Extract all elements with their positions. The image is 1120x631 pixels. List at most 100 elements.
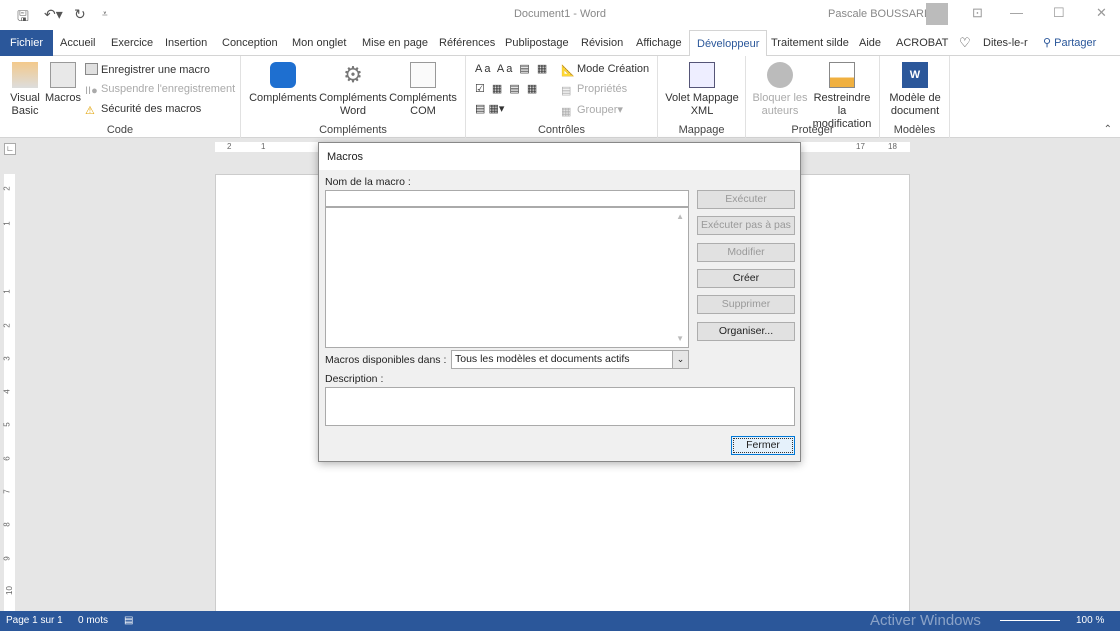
tab-accueil[interactable]: Accueil (60, 30, 95, 56)
avatar[interactable] (926, 3, 948, 25)
run-button[interactable]: Exécuter (697, 190, 795, 209)
macro-security-button[interactable]: ⚠ Sécurité des macros (85, 103, 201, 117)
group-label-controles: Contrôles (537, 124, 586, 136)
com-addins-button[interactable]: Compléments COM (389, 58, 457, 118)
macro-list[interactable]: ▲ ▼ (325, 207, 689, 348)
close-button[interactable]: Fermer (731, 436, 795, 455)
word-addins-button[interactable]: ⚙ Compléments Word (319, 58, 387, 118)
ruler-tick: 7 (2, 489, 12, 494)
pause-recording-button[interactable]: II● Suspendre l'enregistrement (85, 83, 235, 97)
zoom-slider[interactable] (1000, 620, 1060, 621)
close-icon[interactable]: ✕ (1096, 5, 1107, 21)
macros-label: Macros (44, 92, 82, 104)
macros-in-select[interactable]: Tous les modèles et documents actifs ⌄ (451, 350, 689, 369)
addins-button[interactable]: Compléments (249, 58, 317, 105)
create-button[interactable]: Créer (697, 269, 795, 288)
window-title: Document1 - Word (513, 8, 607, 20)
tab-conception[interactable]: Conception (222, 30, 278, 56)
properties-icon: ▤ (561, 85, 572, 97)
group-label-mappage: Mappage (678, 124, 725, 136)
ruler-tick: 2 (227, 142, 232, 151)
addins-label: Compléments (249, 92, 317, 104)
content-controls-3[interactable]: ▤ ▦▾ (475, 102, 504, 115)
collapse-ribbon-icon[interactable]: ⌃ (1104, 124, 1112, 135)
macros-icon (50, 62, 76, 88)
design-mode-label: Mode Création (577, 63, 650, 75)
minimize-icon[interactable]: — (1010, 5, 1023, 20)
visual-basic-icon (12, 62, 38, 88)
description-label: Description : (325, 373, 384, 385)
content-controls-2[interactable]: ☑ ▦ ▤ ▦ (475, 82, 539, 95)
ruler-tick: 18 (888, 142, 897, 151)
group-label: Grouper (577, 104, 618, 116)
tab-acrobat[interactable]: ACROBAT (896, 30, 948, 56)
organizer-button[interactable]: Organiser... (697, 322, 795, 341)
com-addins-icon (410, 62, 436, 88)
ruler-tick: 10 (4, 586, 14, 595)
macros-in-label: Macros disponibles dans : (325, 354, 447, 366)
tab-exercice[interactable]: Exercice (111, 30, 153, 56)
edit-button[interactable]: Modifier (697, 243, 795, 262)
tab-mon-onglet[interactable]: Mon onglet (292, 30, 346, 56)
description-box (325, 387, 795, 426)
chevron-down-icon[interactable]: ⌄ (672, 351, 688, 368)
zoom-level[interactable]: 100 % (1076, 615, 1104, 626)
ruler-tick: 17 (856, 142, 865, 151)
macros-button[interactable]: Macros (44, 58, 82, 105)
page-count[interactable]: Page 1 sur 1 (6, 615, 63, 626)
group-label-complements: Compléments (319, 124, 387, 136)
ribbon-tabs: Fichier Accueil Exercice Insertion Conce… (0, 30, 1120, 57)
document-template-label: Modèle de document (889, 92, 941, 117)
document-template-button[interactable]: W Modèle de document (884, 58, 946, 118)
title-bar: 🖫 ↶▾ ↻ ⩡ Document1 - Word Pascale BOUSSA… (0, 0, 1120, 30)
vertical-ruler[interactable]: 2 1 1 2 3 4 5 6 7 8 9 10 (2, 174, 15, 611)
tab-revision[interactable]: Révision (581, 30, 623, 56)
share-button[interactable]: ⚲ Partager (1043, 30, 1096, 56)
macros-dialog: Macros Nom de la macro : ▲ ▼ Macros disp… (318, 142, 801, 462)
tab-mise-en-page[interactable]: Mise en page (362, 30, 428, 56)
tab-selector[interactable]: ∟ (4, 143, 16, 155)
scroll-down-icon[interactable]: ▼ (676, 334, 684, 343)
ruler-tick: 4 (2, 389, 12, 394)
ribbon-display-icon[interactable]: ⊡ (972, 5, 983, 21)
share-icon: ⚲ (1043, 37, 1055, 49)
maximize-icon[interactable]: ☐ (1053, 5, 1065, 21)
user-name[interactable]: Pascale BOUSSARD (828, 8, 932, 20)
step-into-button[interactable]: Exécuter pas à pas (697, 216, 795, 235)
block-authors-label: Bloquer les auteurs (752, 92, 808, 117)
lock-document-icon (829, 62, 855, 88)
restrict-editing-button[interactable]: Restreindre la modification (808, 58, 876, 131)
tab-traitement-silde[interactable]: Traitement silde (771, 30, 849, 56)
macro-name-input[interactable] (325, 190, 689, 207)
tab-fichier[interactable]: Fichier (0, 30, 54, 56)
tab-aide[interactable]: Aide (859, 30, 881, 56)
macros-in-value: Tous les modèles et documents actifs (455, 353, 630, 365)
group-button[interactable]: ▦ Grouper▾ (561, 103, 623, 118)
record-macro-button[interactable]: Enregistrer une macro (85, 63, 210, 76)
share-label: Partager (1054, 37, 1097, 49)
properties-button[interactable]: ▤ Propriétés (561, 83, 627, 97)
scroll-up-icon[interactable]: ▲ (676, 212, 684, 221)
delete-button[interactable]: Supprimer (697, 295, 795, 314)
tab-affichage[interactable]: Affichage (636, 30, 682, 56)
block-authors-button[interactable]: Bloquer les auteurs (750, 58, 810, 118)
ribbon: Visual Basic Macros Enregistrer une macr… (0, 56, 1120, 138)
group-code: Visual Basic Macros Enregistrer une macr… (0, 56, 241, 138)
tab-references[interactable]: Références (439, 30, 495, 56)
record-macro-icon (85, 63, 98, 75)
group-label-proteger: Protéger (791, 124, 834, 136)
tab-developpeur[interactable]: Développeur (689, 30, 768, 57)
word-count[interactable]: 0 mots (78, 615, 108, 626)
block-authors-icon (767, 62, 793, 88)
addins-icon (270, 62, 296, 88)
tell-me-input[interactable]: Dites-le-r (983, 30, 1028, 56)
macro-name-label: Nom de la macro : (325, 176, 411, 188)
proofing-icon[interactable]: ▤ (124, 615, 133, 626)
design-mode-button[interactable]: 📐 Mode Création (561, 63, 650, 77)
content-controls[interactable]: Aa Aa ▤ ▦ (475, 62, 549, 75)
tab-insertion[interactable]: Insertion (165, 30, 207, 56)
word-addins-label: Compléments Word (319, 92, 387, 117)
visual-basic-button[interactable]: Visual Basic (6, 58, 44, 118)
xml-mapping-button[interactable]: Volet Mappage XML (662, 58, 742, 118)
tab-publipostage[interactable]: Publipostage (505, 30, 569, 56)
